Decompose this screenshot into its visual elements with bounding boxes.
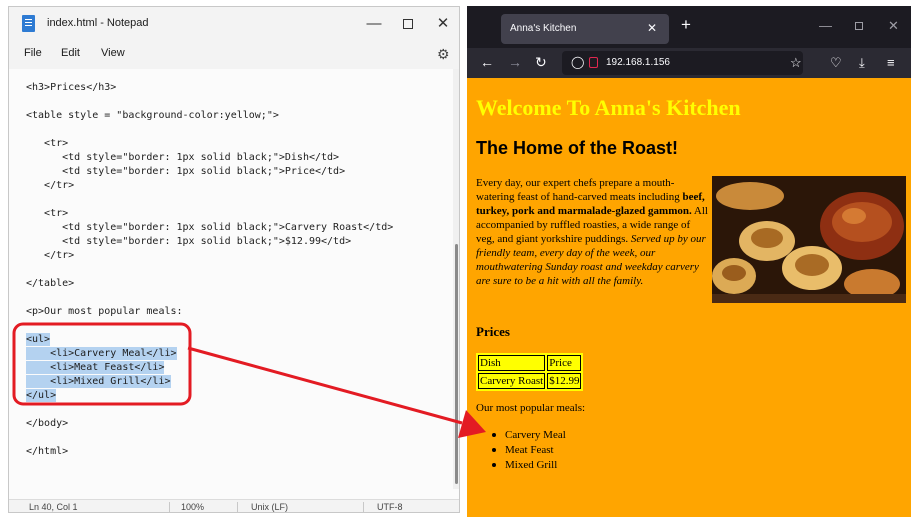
list-item: Carvery Meal xyxy=(489,428,566,443)
scrollbar-thumb[interactable] xyxy=(455,244,458,484)
table-header-price: Price xyxy=(547,355,582,371)
code-line: <h3>Prices</h3> xyxy=(26,82,117,93)
minimize-icon[interactable]: — xyxy=(819,18,832,33)
notepad-editor[interactable]: <h3>Prices</h3> <table style = "backgrou… xyxy=(9,69,453,489)
code-line: <td style="border: 1px solid black;">Pri… xyxy=(26,166,346,177)
zoom-level: 100% xyxy=(181,502,205,512)
code-line: <td style="border: 1px solid black;">$12… xyxy=(26,236,352,247)
code-line: <tr> xyxy=(26,138,69,149)
forward-arrow-icon[interactable]: → xyxy=(508,54,522,70)
code-line: </html> xyxy=(26,446,69,457)
shield-icon[interactable]: ◯ xyxy=(571,55,584,69)
back-arrow-icon[interactable]: ← xyxy=(480,54,494,70)
pocket-icon[interactable]: ♡ xyxy=(830,55,842,71)
table-cell-dish: Carvery Roast xyxy=(478,373,546,389)
lock-icon[interactable] xyxy=(589,57,598,68)
list-item: Meat Feast xyxy=(489,443,566,458)
intro-paragraph: Every day, our expert chefs prepare a mo… xyxy=(476,176,710,288)
selected-code-line: <ul> xyxy=(26,333,51,346)
url-text[interactable]: 192.168.1.156 xyxy=(606,57,670,68)
encoding: UTF-8 xyxy=(377,502,403,512)
table-row: Carvery Roast $12.99 xyxy=(478,373,582,389)
tab-title: Anna's Kitchen xyxy=(510,23,577,34)
cursor-position: Ln 40, Col 1 xyxy=(29,502,78,512)
table-cell-price: $12.99 xyxy=(547,373,582,389)
close-icon[interactable]: ✕ xyxy=(432,13,454,35)
new-tab-icon[interactable]: + xyxy=(681,15,691,35)
code-line: <p>Our most popular meals: xyxy=(26,306,183,317)
menu-file[interactable]: File xyxy=(24,47,42,59)
menu-view[interactable]: View xyxy=(101,47,125,59)
intro-text: Every day, our expert chefs prepare a mo… xyxy=(476,177,683,203)
notepad-titlebar[interactable]: index.html - Notepad — ✕ xyxy=(9,7,459,41)
selected-code-line: <li>Mixed Grill</li> xyxy=(26,375,171,388)
notepad-window-title: index.html - Notepad xyxy=(47,17,149,29)
prices-table: Dish Price Carvery Roast $12.99 xyxy=(476,353,584,391)
selected-code-line: <li>Meat Feast</li> xyxy=(26,361,165,374)
line-endings: Unix (LF) xyxy=(251,502,289,512)
roast-dinner-graphic xyxy=(712,176,906,303)
popular-meals-list: Carvery Meal Meat Feast Mixed Grill xyxy=(489,428,566,473)
notepad-menubar: File Edit View ⚙ xyxy=(9,41,459,69)
notepad-file-icon xyxy=(22,15,35,32)
notepad-window: index.html - Notepad — ✕ File Edit View … xyxy=(8,6,460,513)
selected-code-line: </ul> xyxy=(26,389,57,402)
code-line: </tr> xyxy=(26,180,75,191)
hamburger-menu-icon[interactable]: ≡ xyxy=(887,55,895,70)
maximize-icon[interactable] xyxy=(397,13,419,35)
code-line: <td style="border: 1px solid black;">Car… xyxy=(26,222,394,233)
selected-code-line: <li>Carvery Meal</li> xyxy=(26,347,177,360)
address-bar[interactable]: ◯ 192.168.1.156 xyxy=(562,51,803,75)
code-line: <table style = "background-color:yellow;… xyxy=(26,110,279,121)
code-line: <tr> xyxy=(26,208,69,219)
table-header-dish: Dish xyxy=(478,355,546,371)
table-row: Dish Price xyxy=(478,355,582,371)
status-divider xyxy=(363,502,364,512)
code-line: <td style="border: 1px solid black;">Dis… xyxy=(26,152,340,163)
roast-dinner-photo xyxy=(712,176,906,303)
page-heading: Welcome To Anna's Kitchen xyxy=(476,95,741,120)
status-divider xyxy=(237,502,238,512)
browser-toolbar: ← → ↻ ◯ 192.168.1.156 ☆ ♡ ⤓ ≡ xyxy=(467,48,911,78)
gear-icon[interactable]: ⚙ xyxy=(437,46,450,63)
page-subheading: The Home of the Roast! xyxy=(476,138,679,158)
list-item: Mixed Grill xyxy=(489,458,566,473)
menu-edit[interactable]: Edit xyxy=(61,47,80,59)
status-divider xyxy=(169,502,170,512)
code-line: </body> xyxy=(26,418,69,429)
prices-heading: Prices xyxy=(476,324,510,339)
close-tab-icon[interactable]: ✕ xyxy=(647,21,657,35)
browser-tab[interactable]: Anna's Kitchen ✕ xyxy=(501,14,669,44)
code-line: </table> xyxy=(26,278,75,289)
code-line: </tr> xyxy=(26,250,75,261)
maximize-icon[interactable] xyxy=(855,18,863,33)
minimize-icon[interactable]: — xyxy=(363,13,385,35)
reload-icon[interactable]: ↻ xyxy=(535,54,547,71)
download-icon[interactable]: ⤓ xyxy=(859,55,865,71)
close-icon[interactable]: ✕ xyxy=(888,18,899,34)
vertical-scrollbar[interactable] xyxy=(453,69,459,489)
popular-meals-intro: Our most popular meals: xyxy=(476,402,586,414)
browser-window: Anna's Kitchen ✕ + — ✕ ← → ↻ ◯ 192.168.1… xyxy=(467,6,911,517)
web-page: Welcome To Anna's Kitchen The Home of th… xyxy=(467,78,911,517)
star-icon[interactable]: ☆ xyxy=(790,55,802,71)
notepad-statusbar: Ln 40, Col 1 100% Unix (LF) UTF-8 xyxy=(9,499,459,512)
